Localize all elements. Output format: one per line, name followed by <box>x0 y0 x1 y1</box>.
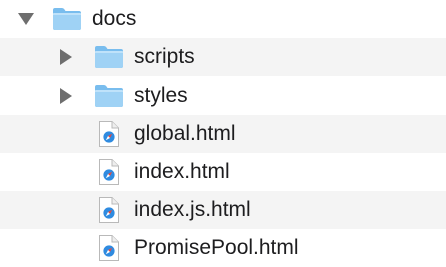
safari-html-file-icon <box>98 158 120 191</box>
tree-row-index-js-html[interactable]: index.js.html <box>0 191 446 229</box>
safari-html-file-icon <box>98 196 120 229</box>
tree-item-label: index.js.html <box>134 198 251 221</box>
tree-item-label: scripts <box>134 45 195 68</box>
tree-row-scripts[interactable]: scripts <box>0 38 446 76</box>
disclosure-expanded-icon[interactable] <box>16 9 36 29</box>
tree-item-label: docs <box>92 7 137 30</box>
tree-row-docs[interactable]: docs <box>0 0 446 38</box>
safari-html-file-icon <box>98 120 120 153</box>
tree-item-label: index.html <box>134 160 230 183</box>
tree-item-label: PromisePool.html <box>134 236 299 259</box>
folder-icon <box>52 7 82 36</box>
tree-row-global-html[interactable]: global.html <box>0 115 446 153</box>
safari-html-file-icon <box>98 234 120 267</box>
folder-icon <box>94 45 124 74</box>
tree-item-label: styles <box>134 84 188 107</box>
tree-row-index-html[interactable]: index.html <box>0 153 446 191</box>
tree-item-label: global.html <box>134 122 236 145</box>
folder-icon <box>94 84 124 113</box>
disclosure-collapsed-icon[interactable] <box>56 47 76 67</box>
tree-row-styles[interactable]: styles <box>0 77 446 115</box>
tree-row-promisepool-html[interactable]: PromisePool.html <box>0 229 446 267</box>
disclosure-collapsed-icon[interactable] <box>56 86 76 106</box>
file-tree: docs scripts styles global.html index.ht… <box>0 0 446 266</box>
